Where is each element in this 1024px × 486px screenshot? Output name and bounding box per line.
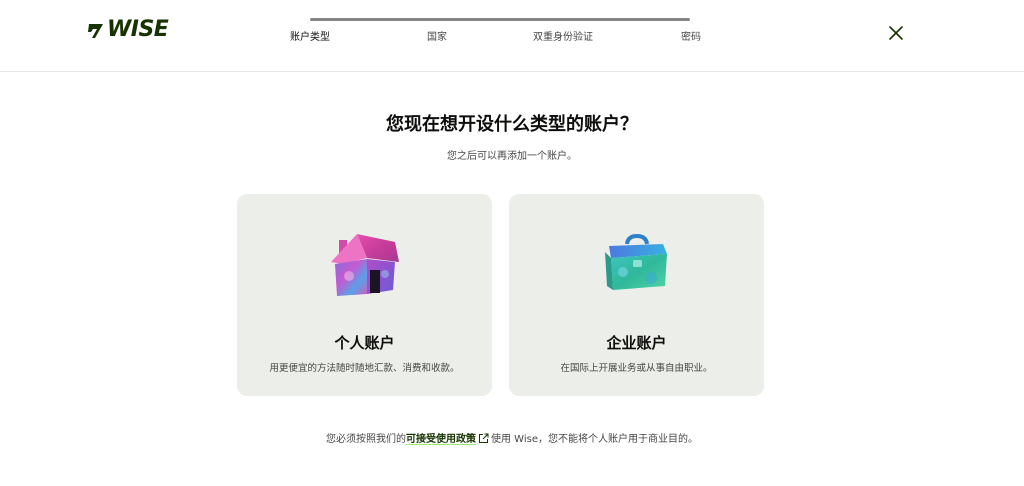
external-link-icon [479,433,489,443]
page-subtitle: 您之后可以再添加一个账户。 [447,151,577,162]
close-icon [889,26,903,40]
footer-text-before: 您必须按照我们的 [326,434,406,445]
wise-logo[interactable]: WISE [87,17,169,42]
house-icon [330,234,399,296]
logo-text: WISE [107,17,169,42]
business-card-description: 在国际上开展业务或从事自由职业。 [560,363,713,374]
personal-account-card[interactable]: 个人账户 用更便宜的方法随时随地汇款、消费和收款。 [237,194,492,396]
acceptable-use-policy-link[interactable]: 可接受使用政策 [406,434,476,445]
wise-flag-icon [88,24,103,38]
personal-card-description: 用更便宜的方法随时随地汇款、消费和收款。 [269,363,460,374]
business-account-card[interactable]: 企业账户 在国际上开展业务或从事自由职业。 [509,194,764,396]
step-password: 密码 [681,32,701,43]
close-button[interactable] [885,22,907,44]
step-account-type: 账户类型 [290,32,330,43]
step-country: 国家 [427,32,447,43]
footer-notice: 您必须按照我们的可接受使用政策 使用 Wise，您不能将个人账户用于商业目的。 [0,433,1024,447]
business-card-title: 企业账户 [606,334,667,352]
briefcase-icon [604,233,667,290]
card-illustration [509,232,764,302]
card-illustration [237,232,492,302]
signup-stepper: 账户类型 国家 双重身份验证 密码 [290,18,710,48]
personal-card-title: 个人账户 [334,334,395,352]
stepper-track [310,18,690,21]
top-header: WISE 账户类型 国家 双重身份验证 密码 [0,0,1024,72]
footer-text-after: 使用 Wise，您不能将个人账户用于商业目的。 [491,434,698,445]
step-two-factor: 双重身份验证 [533,32,593,43]
page-title: 您现在想开设什么类型的账户？ [386,114,638,135]
